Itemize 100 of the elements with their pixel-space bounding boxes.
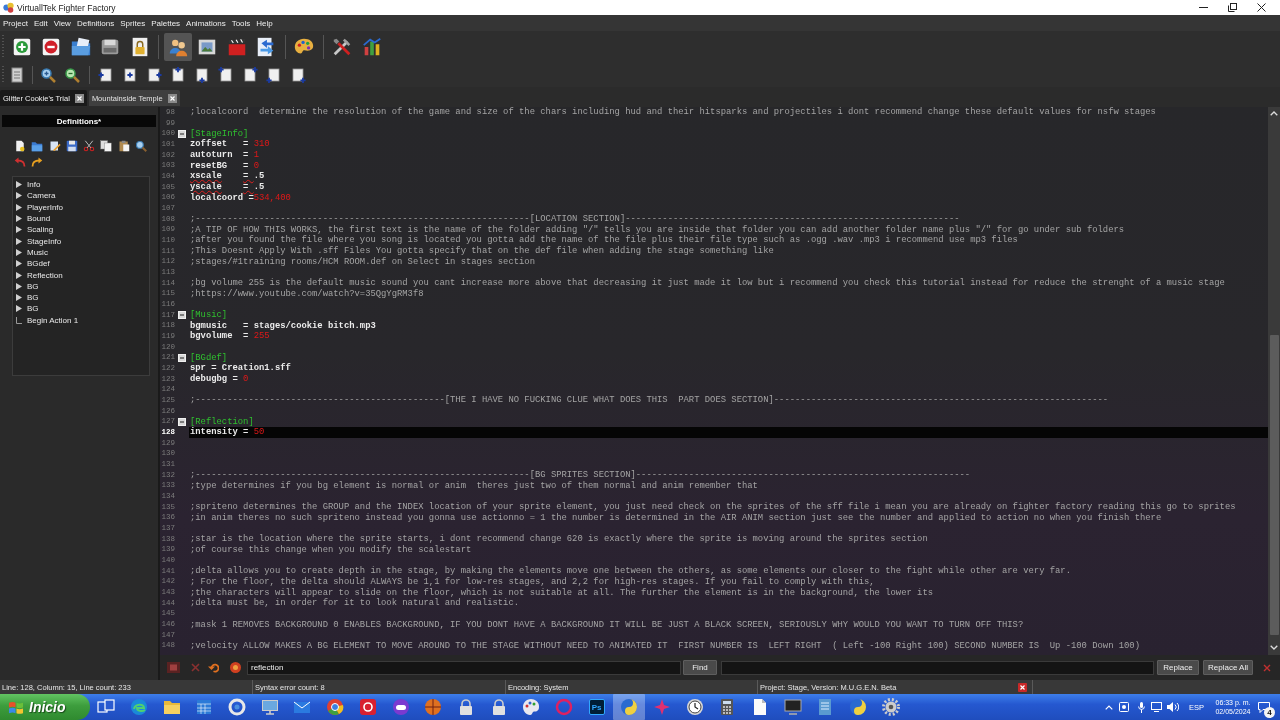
code-line: autoturn = 1 bbox=[190, 150, 259, 160]
curved-arrow-icon[interactable] bbox=[208, 662, 219, 673]
gear-icon[interactable] bbox=[881, 698, 900, 716]
menu-item[interactable]: Project bbox=[0, 18, 31, 28]
page-plus-icon[interactable] bbox=[122, 67, 138, 83]
record-icon[interactable] bbox=[230, 662, 241, 673]
page-plus-icon[interactable] bbox=[194, 67, 210, 83]
close-icon[interactable] bbox=[1257, 3, 1266, 12]
replace-all-button[interactable]: Replace All bbox=[1203, 660, 1253, 675]
menu-item[interactable]: Animations bbox=[183, 18, 229, 28]
page-plus-icon[interactable] bbox=[146, 67, 162, 83]
find-button[interactable]: Find bbox=[683, 660, 717, 675]
monitor-icon[interactable] bbox=[1151, 702, 1162, 712]
tree-item[interactable]: PlayerInfo bbox=[13, 201, 64, 213]
code-line: ;in anim theres no such spriteno instead you gonna use actionno = 1 the number is determined in the AIR ANIM section just see the number and applied to action no when you finish there bbox=[190, 512, 1162, 523]
tree-item[interactable]: Music bbox=[13, 246, 48, 259]
swirl-icon[interactable] bbox=[130, 698, 149, 716]
zoom-out-icon[interactable] bbox=[64, 67, 80, 83]
palette-icon[interactable] bbox=[522, 698, 541, 716]
code-line: ;mask 1 REMOVES BACKGROUND 0 ENABLES BACKGROUND, IF YOU DONT HAVE A BACKGROUND IT WILL BE JUST A BLACK SCREEN, SERIOUSLY WHY WOULD YOU WANT TO TURN OFF THIS? bbox=[190, 619, 1024, 630]
calendar-icon[interactable] bbox=[195, 698, 214, 716]
chevron-up-icon[interactable] bbox=[1270, 111, 1278, 116]
close-icon[interactable] bbox=[74, 93, 84, 103]
tree-item[interactable]: BGdef bbox=[13, 258, 50, 270]
page-plus-icon[interactable] bbox=[218, 67, 234, 83]
notification-icon[interactable] bbox=[1258, 701, 1270, 713]
page-plus-icon[interactable] bbox=[290, 67, 306, 83]
menu-item[interactable]: Edit bbox=[30, 18, 51, 28]
minus-box-icon[interactable] bbox=[178, 129, 186, 138]
minus-box-icon[interactable] bbox=[178, 417, 186, 426]
menu-item[interactable]: Definitions bbox=[73, 18, 118, 28]
clock-icon[interactable] bbox=[685, 698, 704, 716]
speaker-icon[interactable] bbox=[1167, 702, 1179, 712]
floppy-icon[interactable] bbox=[65, 140, 78, 152]
start-button[interactable]: Inicio bbox=[0, 694, 90, 720]
zoom-in-icon[interactable] bbox=[40, 67, 56, 83]
tree-item[interactable]: Bound bbox=[13, 212, 51, 225]
monitor-icon[interactable] bbox=[260, 698, 279, 716]
pencil-icon[interactable] bbox=[48, 140, 61, 152]
app-tile[interactable]: Ps bbox=[588, 699, 605, 715]
close-icon[interactable] bbox=[1018, 682, 1027, 692]
undo-icon[interactable] bbox=[14, 156, 26, 168]
monitor-icon[interactable] bbox=[783, 698, 802, 716]
people-icon[interactable] bbox=[163, 33, 192, 61]
page-plus-icon[interactable] bbox=[98, 67, 114, 83]
close-icon[interactable] bbox=[167, 93, 177, 103]
bars-icon[interactable] bbox=[360, 36, 383, 58]
code-line: ;the characters will appear to slide on the floor, which is not suitable at all. The further the element is in the background, the lower its bbox=[190, 587, 933, 598]
tree-item[interactable]: Begin Action 1 bbox=[13, 314, 79, 326]
code-line: [Reflection] bbox=[190, 416, 254, 427]
scissors-icon[interactable] bbox=[83, 140, 96, 152]
replace-field[interactable] bbox=[721, 660, 1154, 675]
menu-item[interactable]: View bbox=[50, 18, 74, 28]
minus-icon[interactable] bbox=[40, 36, 62, 58]
tree-item[interactable]: Reflection bbox=[13, 269, 63, 281]
page-icon[interactable] bbox=[9, 67, 25, 83]
page-plus-icon[interactable] bbox=[242, 67, 258, 83]
redo-icon[interactable] bbox=[31, 156, 44, 168]
yin-yang-icon[interactable] bbox=[849, 698, 868, 716]
tree-item[interactable]: BG bbox=[13, 280, 39, 292]
search-field[interactable]: reflection bbox=[247, 660, 681, 675]
chevron-down-icon[interactable] bbox=[1270, 645, 1278, 650]
tree-item[interactable]: BG bbox=[13, 291, 39, 304]
folder-icon[interactable] bbox=[69, 36, 92, 58]
box-icon[interactable] bbox=[1119, 702, 1129, 712]
copy-icon[interactable] bbox=[100, 140, 113, 152]
microphone-icon[interactable] bbox=[1138, 701, 1145, 713]
wheel-icon[interactable] bbox=[326, 698, 345, 716]
code-line: resetBG = 0 bbox=[190, 160, 259, 171]
tree-item[interactable]: Info bbox=[13, 179, 41, 191]
restore-icon[interactable] bbox=[1228, 3, 1237, 12]
menu-item[interactable]: Tools bbox=[228, 18, 254, 28]
yin-yang-icon[interactable] bbox=[613, 694, 646, 720]
minus-box-icon[interactable] bbox=[178, 353, 186, 362]
clipboard-icon[interactable] bbox=[117, 140, 130, 152]
record-icon[interactable] bbox=[358, 698, 377, 716]
page-icon[interactable] bbox=[14, 140, 26, 152]
tree-item[interactable]: BG bbox=[13, 303, 39, 315]
tree-item[interactable]: Scaling bbox=[13, 224, 54, 236]
menu-item[interactable]: Sprites bbox=[117, 18, 149, 28]
page-plus-icon[interactable] bbox=[170, 67, 186, 83]
code-line: [StageInfo] bbox=[190, 128, 249, 139]
minus-box-icon[interactable] bbox=[178, 311, 186, 320]
menu-item[interactable]: Help bbox=[253, 18, 276, 28]
tools-icon[interactable] bbox=[331, 36, 353, 58]
folder-icon[interactable] bbox=[31, 140, 44, 152]
capsule-icon[interactable] bbox=[391, 698, 410, 716]
search-icon[interactable] bbox=[135, 140, 148, 152]
page-plus-icon[interactable] bbox=[266, 67, 282, 83]
tree-item[interactable]: StageInfo bbox=[13, 235, 62, 247]
task-view-icon[interactable] bbox=[97, 698, 116, 716]
replace-button[interactable]: Replace bbox=[1157, 660, 1199, 675]
menu-item[interactable]: Palettes bbox=[148, 18, 184, 28]
code-line: ; For the floor, the delta should ALWAYS be 1,1 for low-res stages, and 2,2 for high-res stages. If you fail to comply with this, bbox=[190, 576, 875, 587]
code-line: ;A TIP OF HOW THIS WORKS, the first text is the name of the folder adding "/" tells you are inside that folder you can add another folder name plus "/" for go under sub folders bbox=[190, 224, 1125, 235]
code-line: ;spriteno determines the GROUP and the INDEX location of your sprite element, you just need check on the sprites of the sff file i mean you are already on fighter factory reading this go to sprites bbox=[190, 502, 1236, 513]
scrollbar-thumb[interactable] bbox=[1269, 335, 1279, 635]
logo-icon bbox=[3, 2, 14, 13]
code-line: ;This Doesnt Apply With .sff Files You gotta specify that on the def file when adding the stage something like bbox=[190, 246, 774, 257]
tree-item[interactable]: Camera bbox=[13, 190, 56, 202]
